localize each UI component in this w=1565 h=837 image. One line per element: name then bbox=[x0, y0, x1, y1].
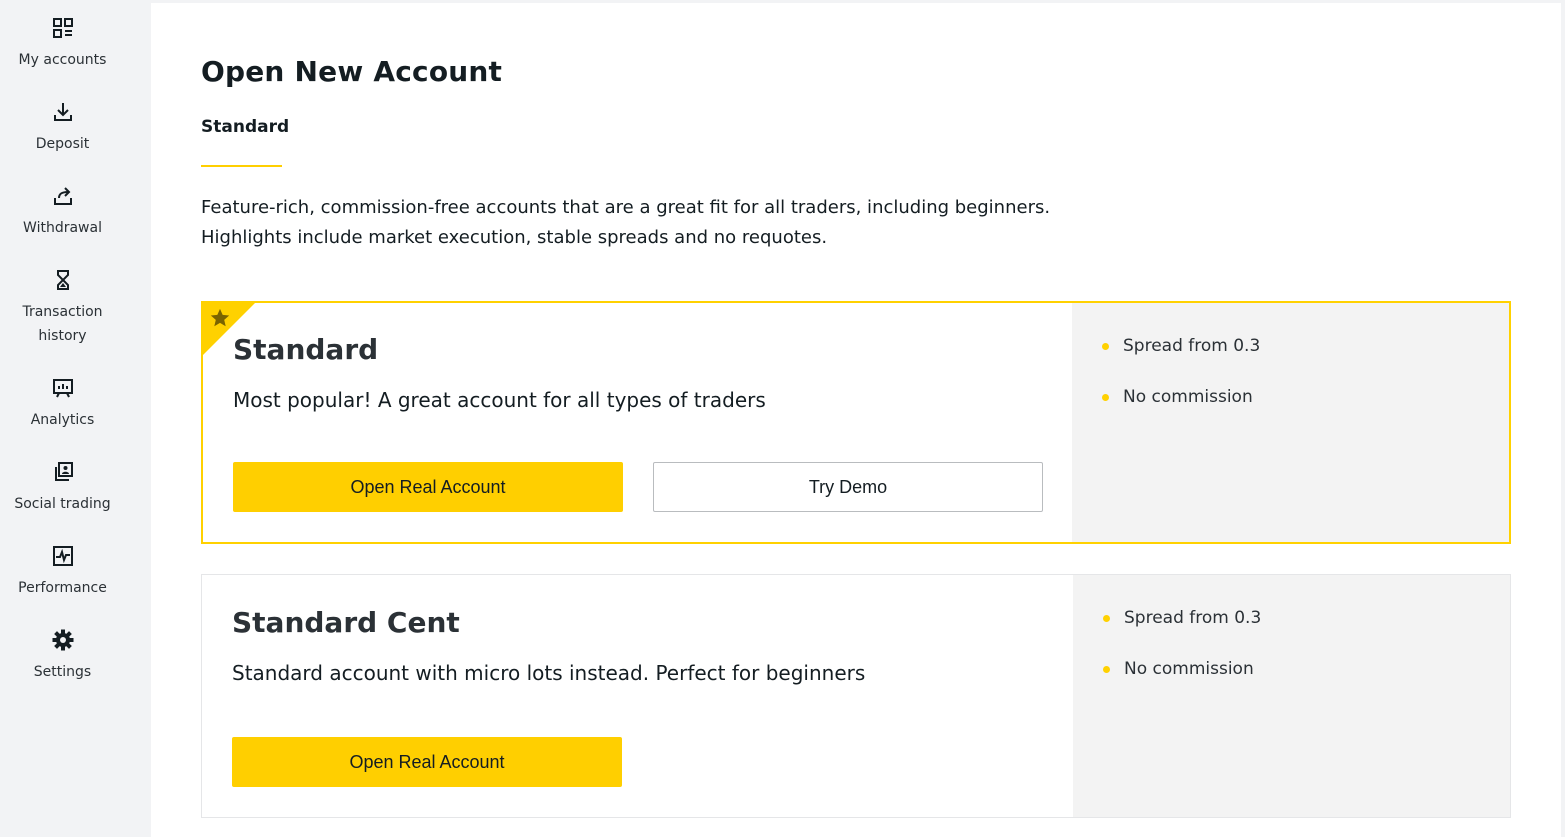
account-features-panel: Spread from 0.3 No commission bbox=[1072, 303, 1509, 542]
feature-item: Spread from 0.3 bbox=[1103, 608, 1261, 628]
hourglass-icon bbox=[56, 270, 69, 290]
sidebar-item-label: Withdrawal bbox=[23, 220, 102, 236]
feature-item: No commission bbox=[1103, 659, 1254, 679]
sidebar-item-label: Transaction history bbox=[0, 300, 125, 348]
sidebar-item-label-line2: history bbox=[38, 328, 87, 344]
bullet-dot-icon bbox=[1102, 342, 1109, 350]
sidebar-item-label: Settings bbox=[33, 664, 92, 680]
account-card-standard: Standard Most popular! A great account f… bbox=[201, 301, 1511, 544]
intro-text: Feature-rich, commission-free accounts t… bbox=[201, 193, 1101, 253]
open-real-account-button[interactable]: Open Real Account bbox=[232, 737, 622, 787]
feature-label: Spread from 0.3 bbox=[1124, 608, 1262, 628]
sidebar-item-transaction-history[interactable]: Transaction history bbox=[0, 268, 125, 348]
page-title: Open New Account bbox=[201, 55, 503, 88]
feature-label: No commission bbox=[1123, 387, 1253, 407]
sidebar-item-label: Analytics bbox=[30, 412, 95, 428]
sidebar-item-label-line1: Transaction bbox=[22, 304, 103, 320]
account-features-panel: Spread from 0.3 No commission bbox=[1073, 575, 1510, 817]
feature-item: No commission bbox=[1102, 387, 1253, 407]
sidebar-item-deposit[interactable]: Deposit bbox=[0, 100, 125, 156]
sidebar: My accounts Deposit Withdrawal Transacti… bbox=[0, 0, 125, 837]
account-card-title: Standard Cent bbox=[232, 606, 460, 639]
feature-label: No commission bbox=[1124, 659, 1254, 679]
sidebar-item-social-trading[interactable]: Social trading bbox=[0, 460, 125, 516]
analytics-board-icon bbox=[52, 379, 73, 398]
account-card-standard-cent: Standard Cent Standard account with micr… bbox=[201, 574, 1511, 818]
main-content: Open New Account Standard Feature-rich, … bbox=[151, 3, 1561, 837]
open-real-account-button[interactable]: Open Real Account bbox=[233, 462, 623, 512]
sidebar-item-analytics[interactable]: Analytics bbox=[0, 376, 125, 432]
accounts-grid-icon bbox=[52, 18, 73, 38]
bullet-dot-icon bbox=[1103, 614, 1110, 622]
active-tab-indicator bbox=[201, 165, 282, 167]
feature-label: Spread from 0.3 bbox=[1123, 336, 1261, 356]
account-card-title: Standard bbox=[233, 333, 379, 366]
intro-line-2: Highlights include market execution, sta… bbox=[201, 227, 828, 248]
sidebar-item-performance[interactable]: Performance bbox=[0, 544, 125, 600]
sidebar-item-label: Deposit bbox=[35, 136, 90, 152]
sidebar-item-withdrawal[interactable]: Withdrawal bbox=[0, 184, 125, 240]
gear-icon bbox=[52, 629, 73, 651]
account-card-description: Most popular! A great account for all ty… bbox=[233, 388, 766, 412]
star-icon bbox=[210, 308, 230, 327]
try-demo-button[interactable]: Try Demo bbox=[653, 462, 1043, 512]
bullet-dot-icon bbox=[1102, 393, 1109, 401]
performance-chart-icon bbox=[52, 546, 73, 566]
feature-item: Spread from 0.3 bbox=[1102, 336, 1260, 356]
sidebar-item-label: Social trading bbox=[14, 496, 111, 512]
bullet-dot-icon bbox=[1103, 665, 1110, 673]
sidebar-item-label: My accounts bbox=[18, 52, 107, 68]
sidebar-item-label: Performance bbox=[18, 580, 107, 596]
upload-share-icon bbox=[53, 187, 72, 205]
social-trading-icon bbox=[54, 462, 73, 481]
download-icon bbox=[53, 103, 72, 121]
sidebar-item-settings[interactable]: Settings bbox=[0, 628, 125, 684]
intro-line-1: Feature-rich, commission-free accounts t… bbox=[201, 197, 1051, 218]
account-card-description: Standard account with micro lots instead… bbox=[232, 661, 866, 685]
tab-standard[interactable]: Standard bbox=[201, 117, 289, 137]
sidebar-item-my-accounts[interactable]: My accounts bbox=[0, 16, 125, 72]
